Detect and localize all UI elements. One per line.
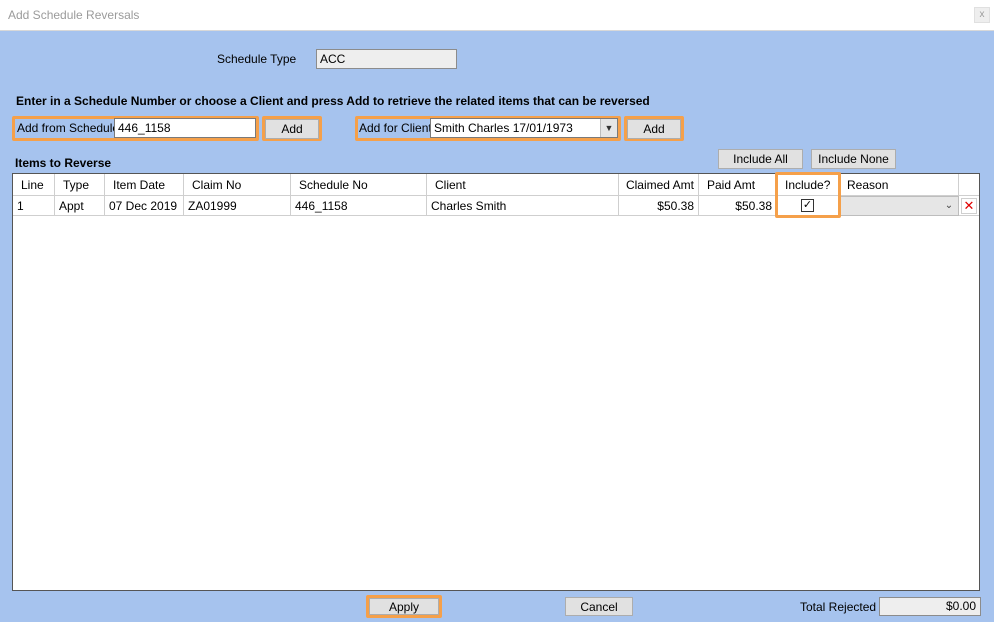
col-header-reason[interactable]: Reason: [839, 174, 959, 196]
add-schedule-button[interactable]: Add: [265, 119, 319, 139]
chevron-down-icon[interactable]: ▼: [600, 119, 617, 137]
client-combobox[interactable]: Smith Charles 17/01/1973 ▼: [430, 118, 618, 138]
cell-claim-no: ZA01999: [184, 196, 291, 216]
add-from-schedule-label: Add from Schedule: [17, 121, 120, 135]
title-bar: Add Schedule Reversals x: [0, 0, 994, 31]
client-combobox-value: Smith Charles 17/01/1973: [434, 121, 573, 135]
add-for-client-label: Add for Client: [359, 121, 432, 135]
total-rejected-label: Total Rejected: [800, 600, 877, 614]
include-all-button[interactable]: Include All: [718, 149, 803, 169]
col-header-type[interactable]: Type: [55, 174, 105, 196]
col-header-paid-amt[interactable]: Paid Amt: [699, 174, 777, 196]
col-header-claimed-amt[interactable]: Claimed Amt: [619, 174, 699, 196]
cell-schedule-no: 446_1158: [291, 196, 427, 216]
cell-type: Appt: [55, 196, 105, 216]
instruction-text: Enter in a Schedule Number or choose a C…: [16, 94, 650, 108]
total-rejected-field: $0.00: [879, 597, 981, 616]
delete-icon[interactable]: ✕: [961, 198, 977, 214]
col-header-claim-no[interactable]: Claim No: [184, 174, 291, 196]
schedule-number-input[interactable]: 446_1158: [114, 118, 256, 138]
include-none-button[interactable]: Include None: [811, 149, 896, 169]
include-column-highlight: [775, 172, 841, 218]
cancel-button[interactable]: Cancel: [565, 597, 633, 616]
reason-combobox[interactable]: ⌄: [839, 196, 959, 216]
col-header-client[interactable]: Client: [427, 174, 619, 196]
cell-item-date: 07 Dec 2019: [105, 196, 184, 216]
cell-paid-amt: $50.38: [699, 196, 777, 216]
cell-line: 1: [13, 196, 55, 216]
window-title: Add Schedule Reversals: [8, 8, 140, 22]
items-grid[interactable]: Line Type Item Date Claim No Schedule No…: [12, 173, 980, 591]
close-icon[interactable]: x: [974, 7, 990, 23]
col-header-line[interactable]: Line: [13, 174, 55, 196]
cell-client: Charles Smith: [427, 196, 619, 216]
chevron-down-icon[interactable]: ⌄: [942, 197, 956, 215]
add-client-button[interactable]: Add: [627, 119, 681, 139]
schedule-type-field: ACC: [316, 49, 457, 69]
col-header-schedule-no[interactable]: Schedule No: [291, 174, 427, 196]
col-header-item-date[interactable]: Item Date: [105, 174, 184, 196]
cell-claimed-amt: $50.38: [619, 196, 699, 216]
schedule-type-label: Schedule Type: [217, 52, 297, 66]
items-to-reverse-label: Items to Reverse: [15, 156, 112, 170]
apply-button[interactable]: Apply: [369, 598, 439, 615]
